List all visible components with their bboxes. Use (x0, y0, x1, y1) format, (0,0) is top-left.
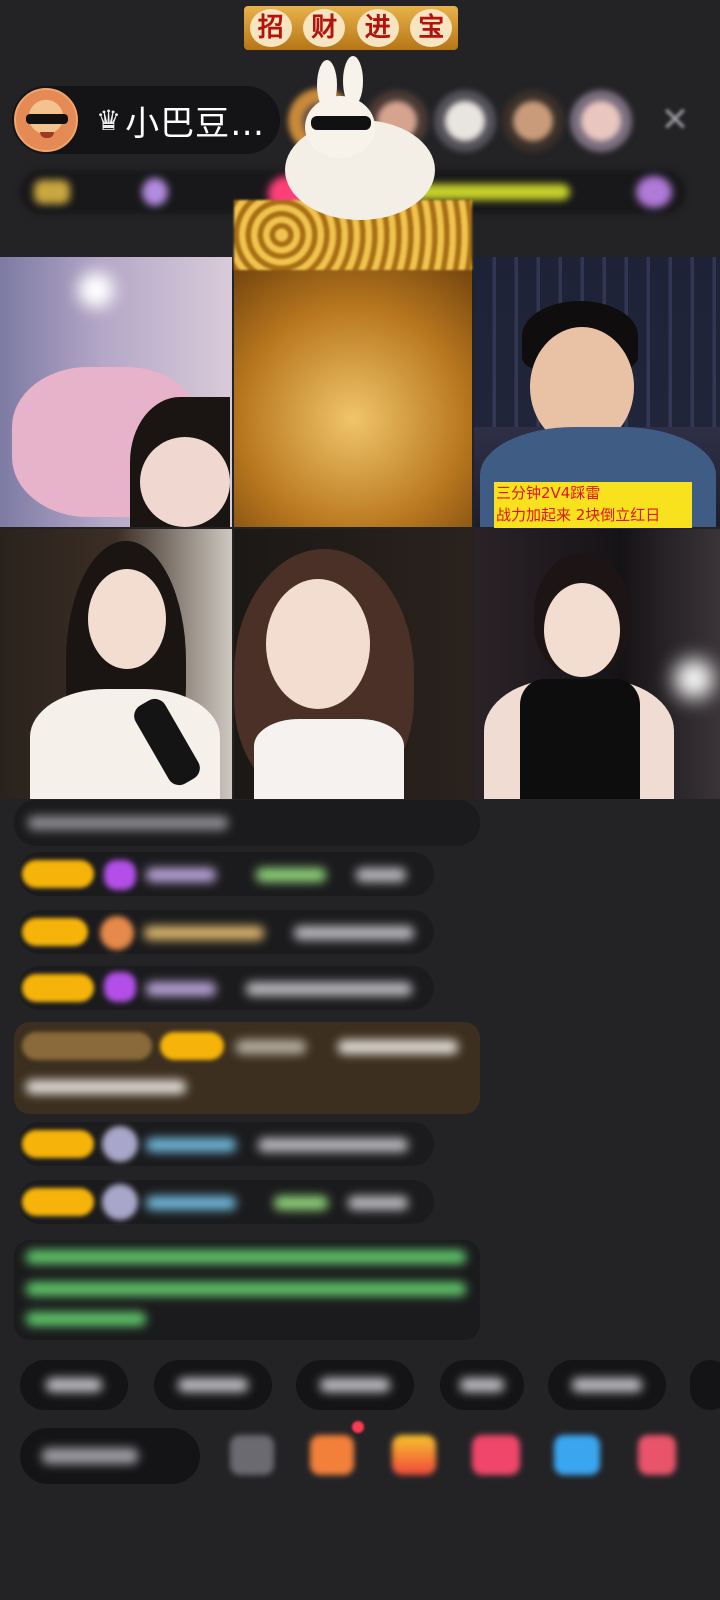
ring-light (674, 659, 714, 699)
quick-reply-chip-1[interactable] (20, 1360, 128, 1410)
user-avatar (102, 1126, 138, 1162)
avatar-glasses (26, 114, 68, 124)
video-tile-2[interactable] (234, 257, 472, 527)
quick-reply-chip-2[interactable] (154, 1360, 272, 1410)
quick-reply-chip-4[interactable] (440, 1360, 524, 1410)
pk-caption: 三分钟2V4踩雷 战力加起来 2块倒立红日 (494, 482, 692, 528)
chat-text (348, 1196, 408, 1210)
video-tile-5[interactable] (234, 529, 472, 799)
banner-char-1: 招 (249, 9, 292, 47)
notification-dot (352, 1421, 364, 1433)
gem-icon (104, 972, 136, 1002)
pk-caption-line-1: 三分钟2V4踩雷 (496, 484, 601, 502)
avatar-mouth (40, 132, 54, 138)
chat-text (28, 816, 228, 830)
guest-face (266, 579, 370, 709)
zhao-cai-jin-bao-banner: 招 财 进 宝 (244, 6, 458, 50)
chat-input[interactable] (20, 1428, 200, 1484)
chat-target (274, 1196, 328, 1210)
chip-label (178, 1378, 248, 1392)
more-icon[interactable] (638, 1435, 676, 1475)
close-icon[interactable]: ✕ (655, 100, 695, 140)
level-badge (22, 974, 94, 1002)
level-badge (160, 1032, 224, 1060)
guest-face (88, 569, 166, 669)
banner-char-3: 进 (356, 9, 399, 47)
rank-icon (34, 180, 70, 204)
viewer-avatar-5[interactable] (570, 90, 632, 152)
chat-text (338, 1040, 458, 1054)
quick-reply-chip-3[interactable] (296, 1360, 414, 1410)
guest-shoulder (140, 437, 230, 527)
chat-username (144, 926, 264, 940)
heart-icon[interactable] (472, 1435, 520, 1475)
guest-dress (30, 689, 220, 799)
level-badge (22, 918, 88, 946)
crown-icon: ♛ (96, 103, 122, 137)
guest-black-top (520, 679, 640, 799)
chat-username (146, 1196, 236, 1210)
chat-text (26, 1080, 186, 1094)
live-room-screen: ♛ 小巴豆… ✕ 招 财 进 宝 三分钟2V4踩雷 战力加起来 2块倒立红日 (0, 0, 720, 1600)
notice-text-line-2 (26, 1282, 466, 1296)
shop-icon[interactable] (392, 1435, 436, 1475)
chat-username (236, 1040, 306, 1054)
chat-text (258, 1138, 408, 1152)
host-info-pill[interactable]: ♛ 小巴豆… (12, 86, 280, 154)
video-tile-6[interactable] (474, 529, 720, 799)
banner-char-4: 宝 (410, 9, 453, 47)
video-tile-1[interactable] (0, 257, 232, 527)
room-light (78, 272, 114, 308)
vip-badge (22, 1032, 152, 1060)
guest-face (544, 583, 620, 677)
guest-top (254, 719, 404, 799)
chat-username (146, 1138, 236, 1152)
event-icon (636, 176, 672, 208)
level-badge (22, 1188, 94, 1216)
gift-icon[interactable] (230, 1435, 274, 1475)
chat-text (294, 926, 414, 940)
video-tile-4[interactable] (0, 529, 232, 799)
chat-username (146, 982, 216, 996)
lucky-bag-icon[interactable] (310, 1435, 354, 1475)
chat-input-placeholder (42, 1448, 138, 1464)
user-avatar (102, 1184, 138, 1220)
game-icon[interactable] (554, 1435, 600, 1475)
quick-reply-chip-5[interactable] (548, 1360, 666, 1410)
user-avatar (100, 916, 134, 950)
level-badge (22, 860, 94, 888)
banner-char-2: 财 (303, 9, 346, 47)
chip-label (460, 1378, 504, 1392)
chip-label (320, 1378, 390, 1392)
chip-label (46, 1378, 102, 1392)
gem-icon (104, 860, 136, 890)
host-avatar[interactable] (14, 88, 78, 152)
chat-text (356, 868, 406, 882)
quick-reply-chip-6[interactable] (690, 1360, 720, 1410)
chat-text (246, 982, 412, 996)
bunny-sunglasses (311, 116, 371, 130)
chat-username (146, 868, 216, 882)
notice-text-line-1 (26, 1250, 466, 1264)
bunny-figurine (265, 56, 455, 230)
badge-icon (142, 178, 168, 206)
viewer-avatar-4[interactable] (502, 90, 564, 152)
pk-caption-line-2: 战力加起来 2块倒立红日 (496, 506, 661, 524)
chip-label (572, 1378, 642, 1392)
level-badge (22, 1130, 94, 1158)
notice-text-line-3 (26, 1312, 146, 1326)
chat-target (256, 868, 326, 882)
host-name[interactable]: 小巴豆… (125, 96, 265, 145)
